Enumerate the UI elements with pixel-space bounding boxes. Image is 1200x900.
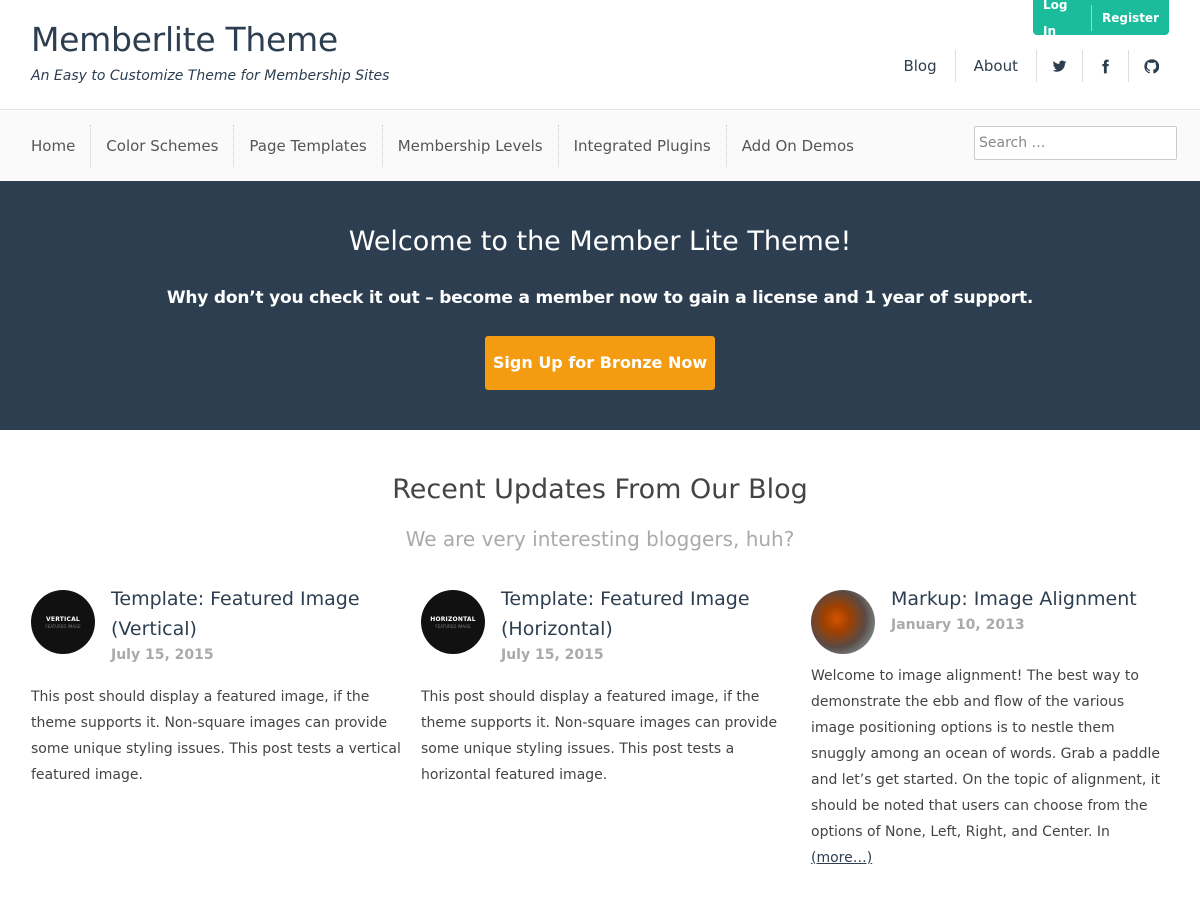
site-header: Memberlite Theme An Easy to Customize Th… <box>0 0 1200 110</box>
post-excerpt: Welcome to image alignment! The best way… <box>811 663 1171 871</box>
post-date: January 10, 2013 <box>891 617 1025 633</box>
post-title[interactable]: Markup: Image Alignment <box>891 584 1181 614</box>
nav-item-home[interactable]: Home <box>16 125 90 167</box>
member-bar: Log In Register <box>1033 0 1169 38</box>
twitter-icon[interactable] <box>1036 50 1082 82</box>
post-thumbnail[interactable]: HORIZONTAL FEATURED IMAGE <box>421 590 485 654</box>
meta-nav-about[interactable]: About <box>954 50 1036 82</box>
read-more-link[interactable]: (more…) <box>811 850 872 866</box>
post-date: July 15, 2015 <box>501 647 604 663</box>
post-date: July 15, 2015 <box>111 647 214 663</box>
meta-nav: Blog About <box>885 50 1174 82</box>
register-link[interactable]: Register <box>1092 5 1169 31</box>
nav-item-integrated-plugins[interactable]: Integrated Plugins <box>557 125 726 167</box>
nav-item-membership-levels[interactable]: Membership Levels <box>381 125 558 167</box>
login-link[interactable]: Log In <box>1033 0 1091 44</box>
thumbnail-subword: FEATURED IMAGE <box>435 623 471 629</box>
post-title[interactable]: Template: Featured Image (Horizontal) <box>501 584 791 644</box>
post-title[interactable]: Template: Featured Image (Vertical) <box>111 584 401 644</box>
post-excerpt-text: Welcome to image alignment! The best way… <box>811 668 1161 840</box>
hero-banner: Welcome to the Member Lite Theme! Why do… <box>0 181 1200 430</box>
nav-item-color-schemes[interactable]: Color Schemes <box>90 125 233 167</box>
site-title[interactable]: Memberlite Theme <box>31 20 338 59</box>
post-excerpt: This post should display a featured imag… <box>421 689 778 783</box>
signup-bronze-button[interactable]: Sign Up for Bronze Now <box>485 336 715 390</box>
blog-section-subtitle: We are very interesting bloggers, huh? <box>405 527 795 551</box>
site-tagline: An Easy to Customize Theme for Membershi… <box>31 68 390 84</box>
search-input[interactable] <box>974 126 1177 160</box>
hero-heading: Welcome to the Member Lite Theme! <box>348 226 852 257</box>
post-excerpt: This post should display a featured imag… <box>31 689 401 783</box>
nav-item-add-on-demos[interactable]: Add On Demos <box>725 125 869 167</box>
meta-nav-blog[interactable]: Blog <box>885 50 954 82</box>
github-icon[interactable] <box>1128 50 1174 82</box>
post-thumbnail[interactable] <box>811 590 875 654</box>
thumbnail-word: VERTICAL <box>46 615 80 623</box>
main-nav-list: Home Color Schemes Page Templates Member… <box>16 125 869 167</box>
nav-item-page-templates[interactable]: Page Templates <box>233 125 381 167</box>
thumbnail-subword: FEATURED IMAGE <box>45 623 81 629</box>
post-thumbnail[interactable]: VERTICAL FEATURED IMAGE <box>31 590 95 654</box>
thumbnail-word: HORIZONTAL <box>430 615 476 623</box>
facebook-icon[interactable] <box>1082 50 1128 82</box>
main-nav: Home Color Schemes Page Templates Member… <box>0 111 1200 181</box>
blog-section-title: Recent Updates From Our Blog <box>392 474 808 505</box>
hero-subtext: Why don’t you check it out – become a me… <box>166 288 1034 308</box>
